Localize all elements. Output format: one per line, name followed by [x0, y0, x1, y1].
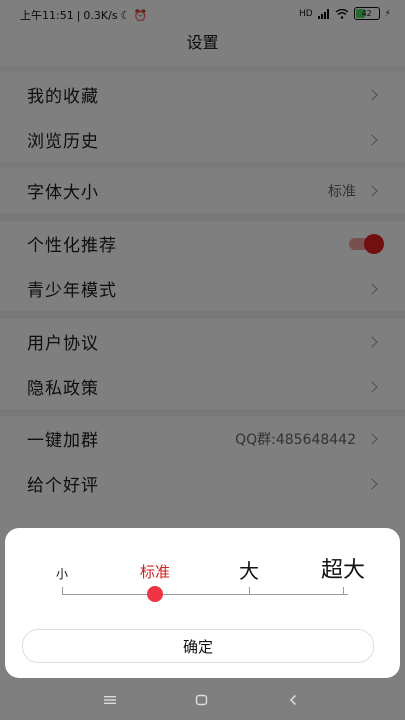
menu-icon[interactable] [103, 695, 117, 705]
font-option-large[interactable]: 大 [239, 555, 259, 584]
settings-screen: 上午11:51 | 0.3K/s ☾ ⏰ HD 42 ⚡ 设置 [0, 0, 405, 720]
confirm-button[interactable]: 确定 [22, 629, 374, 663]
font-size-slider-track[interactable] [62, 594, 348, 595]
slider-tick [249, 587, 250, 594]
slider-tick [343, 587, 344, 594]
back-icon[interactable] [288, 694, 298, 706]
font-option-small[interactable]: 小 [56, 565, 68, 582]
font-option-extra-large[interactable]: 超大 [321, 552, 365, 584]
font-size-slider-thumb[interactable] [147, 586, 163, 602]
font-option-standard[interactable]: 标准 [140, 561, 170, 582]
home-icon[interactable] [195, 694, 208, 706]
font-size-sheet: 小 标准 大 超大 确定 [5, 528, 400, 678]
system-nav-bar [0, 680, 405, 720]
slider-tick [62, 587, 63, 594]
